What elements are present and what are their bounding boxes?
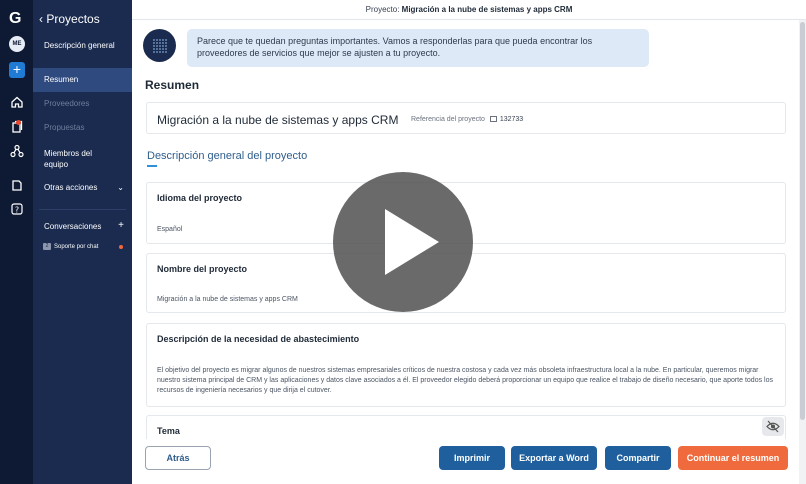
- add-button[interactable]: +: [9, 62, 25, 78]
- sidebar-item-proveedores: Proveedores: [44, 99, 90, 108]
- sidebar-item-propuestas: Propuestas: [44, 123, 85, 132]
- project-reference: Referencia del proyecto 132733: [411, 116, 523, 123]
- project-name: Migración a la nube de sistemas y apps C…: [401, 5, 573, 14]
- chat-support-item[interactable]: 2 Soporte por chat: [43, 243, 98, 250]
- divider: [39, 209, 126, 210]
- assistant-avatar: [143, 29, 176, 62]
- eye-off-icon: [766, 420, 780, 433]
- reference-label: Referencia del proyecto: [411, 116, 485, 123]
- section-title: Descripción general del proyecto: [147, 150, 308, 162]
- field-value: Español: [157, 226, 183, 233]
- sidebar-item-descripcion[interactable]: Descripción general: [33, 40, 132, 51]
- hide-toggle-button[interactable]: [762, 417, 784, 436]
- continue-summary-button[interactable]: Continuar el resumen: [678, 446, 788, 470]
- icon-rail: G ME + ?: [0, 0, 33, 484]
- scrollbar-thumb[interactable]: [800, 22, 805, 420]
- home-icon[interactable]: [9, 94, 25, 110]
- project-sidebar: ‹ Proyectos Descripción general Resumen …: [33, 0, 132, 484]
- play-button[interactable]: [333, 172, 473, 312]
- project-prefix: Proyecto:: [365, 5, 400, 14]
- back-to-projects[interactable]: ‹ Proyectos: [39, 12, 100, 26]
- svg-text:?: ?: [15, 206, 19, 215]
- chevron-down-icon: ⌄: [117, 183, 124, 192]
- play-icon: [385, 209, 439, 275]
- back-button[interactable]: Atrás: [145, 446, 211, 470]
- field-label: Tema: [157, 426, 180, 436]
- field-value: Migración a la nube de sistemas y apps C…: [157, 296, 298, 303]
- add-conversation-button[interactable]: +: [118, 220, 124, 231]
- sidebar-title: Proyectos: [46, 12, 100, 26]
- app-logo[interactable]: G: [9, 11, 25, 27]
- chat-support-label: Soporte por chat: [54, 243, 99, 250]
- conversations-header: Conversaciones +: [33, 220, 132, 232]
- sidebar-item-resumen[interactable]: Resumen: [33, 68, 132, 92]
- reference-number: 132733: [499, 116, 524, 123]
- field-label: Idioma del proyecto: [157, 193, 243, 203]
- project-title: Migración a la nube de sistemas y apps C…: [157, 113, 399, 127]
- share-button[interactable]: Compartir: [605, 446, 671, 470]
- help-icon[interactable]: ?: [9, 201, 25, 217]
- assistant-message: Parece que te quedan preguntas important…: [187, 29, 649, 67]
- print-button[interactable]: Imprimir: [439, 446, 505, 470]
- sidebar-item-otras-acciones[interactable]: Otras acciones ⌄: [33, 182, 132, 193]
- chat-icon: 2: [43, 243, 51, 250]
- field-value: El objetivo del proyecto es migrar algun…: [157, 367, 773, 394]
- conversations-label: Conversaciones: [44, 222, 102, 231]
- project-breadcrumb: Proyecto: Migración a la nube de sistema…: [132, 0, 806, 20]
- section-underline: [147, 165, 157, 167]
- page-title: Resumen: [145, 78, 200, 92]
- field-label: Descripción de la necesidad de abastecim…: [157, 334, 360, 344]
- user-avatar[interactable]: ME: [9, 36, 25, 52]
- scrollbar[interactable]: [799, 20, 806, 484]
- field-card-descripcion: Descripción de la necesidad de abastecim…: [146, 323, 786, 407]
- notification-dot: [16, 120, 21, 125]
- reference-icon: [489, 116, 497, 122]
- action-footer: Atrás Imprimir Exportar a Word Compartir…: [132, 439, 798, 484]
- otras-acciones-label: Otras acciones: [44, 183, 98, 192]
- project-title-card: Migración a la nube de sistemas y apps C…: [146, 102, 786, 134]
- chat-status-dot: [119, 245, 123, 249]
- network-icon[interactable]: [9, 143, 25, 159]
- sidebar-item-miembros[interactable]: Miembros del equipo: [33, 148, 103, 170]
- export-word-button[interactable]: Exportar a Word: [511, 446, 597, 470]
- field-label: Nombre del proyecto: [157, 264, 248, 274]
- files-icon[interactable]: [9, 177, 25, 193]
